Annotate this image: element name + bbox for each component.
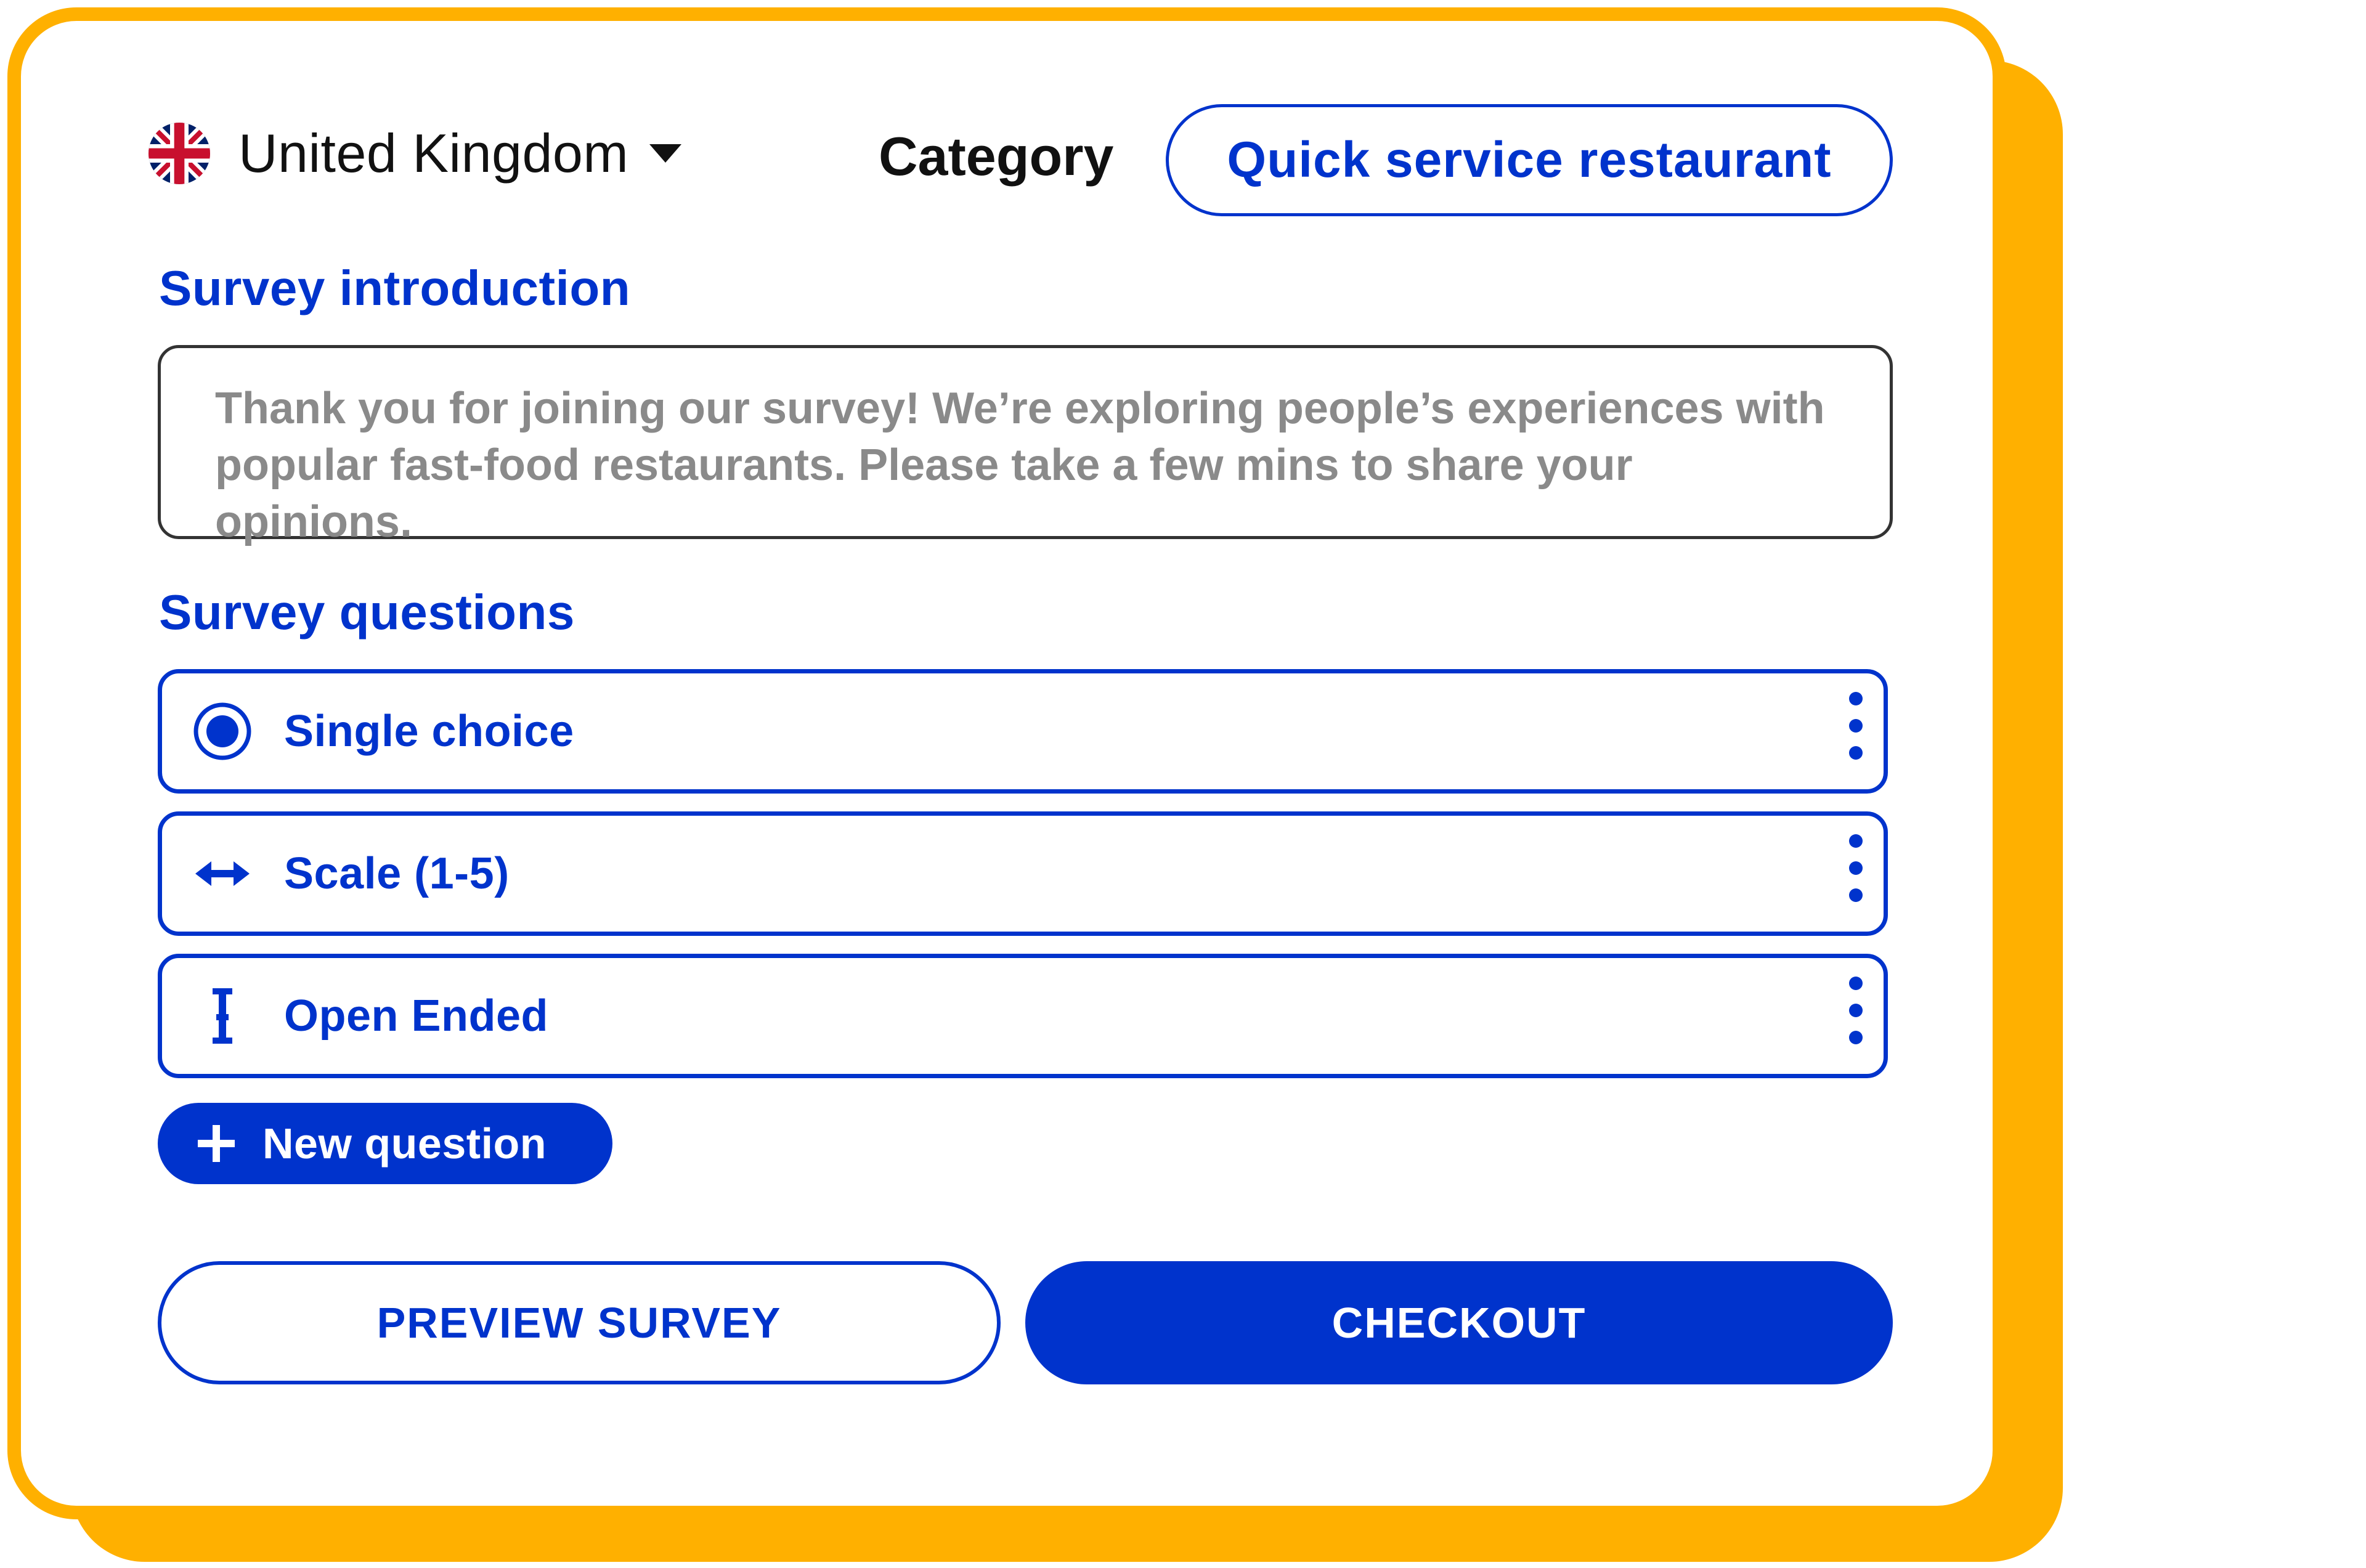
survey-builder-card: United Kingdom Category Quick service re… xyxy=(7,7,2006,1519)
checkout-button[interactable]: CHECKOUT xyxy=(1025,1261,1893,1384)
question-row-scale[interactable]: Scale (1-5) xyxy=(158,811,1888,936)
survey-introduction-text: Thank you for joining our survey! We’re … xyxy=(215,384,1825,546)
checkout-label: CHECKOUT xyxy=(1331,1299,1587,1347)
category-value: Quick service restaurant xyxy=(1227,132,1832,188)
question-row-single-choice[interactable]: Single choice xyxy=(158,669,1888,794)
country-label: United Kingdom xyxy=(238,123,629,184)
kebab-menu-icon[interactable] xyxy=(1847,692,1865,760)
category-select-button[interactable]: Quick service restaurant xyxy=(1166,104,1893,216)
uk-flag-icon xyxy=(148,123,210,184)
preview-survey-label: PREVIEW SURVEY xyxy=(376,1299,782,1347)
text-cursor-icon xyxy=(192,985,253,1047)
new-question-label: New question xyxy=(262,1119,547,1168)
preview-survey-button[interactable]: PREVIEW SURVEY xyxy=(158,1261,1001,1384)
question-label: Open Ended xyxy=(284,991,549,1041)
survey-questions-heading: Survey questions xyxy=(159,585,575,640)
question-label: Scale (1-5) xyxy=(284,849,510,898)
survey-introduction-heading: Survey introduction xyxy=(159,261,631,315)
question-row-open-ended[interactable]: Open Ended xyxy=(158,954,1888,1078)
country-selector[interactable]: United Kingdom xyxy=(148,120,682,187)
category-label: Category xyxy=(879,126,1114,187)
new-question-button[interactable]: New question xyxy=(158,1103,612,1184)
horizontal-arrows-icon xyxy=(192,843,253,904)
caret-down-icon xyxy=(649,144,682,163)
survey-introduction-textarea[interactable]: Thank you for joining our survey! We’re … xyxy=(158,345,1893,546)
kebab-menu-icon[interactable] xyxy=(1847,834,1865,902)
radio-selected-icon xyxy=(192,701,253,762)
kebab-menu-icon[interactable] xyxy=(1847,977,1865,1044)
question-label: Single choice xyxy=(284,707,574,756)
plus-icon xyxy=(195,1122,238,1165)
